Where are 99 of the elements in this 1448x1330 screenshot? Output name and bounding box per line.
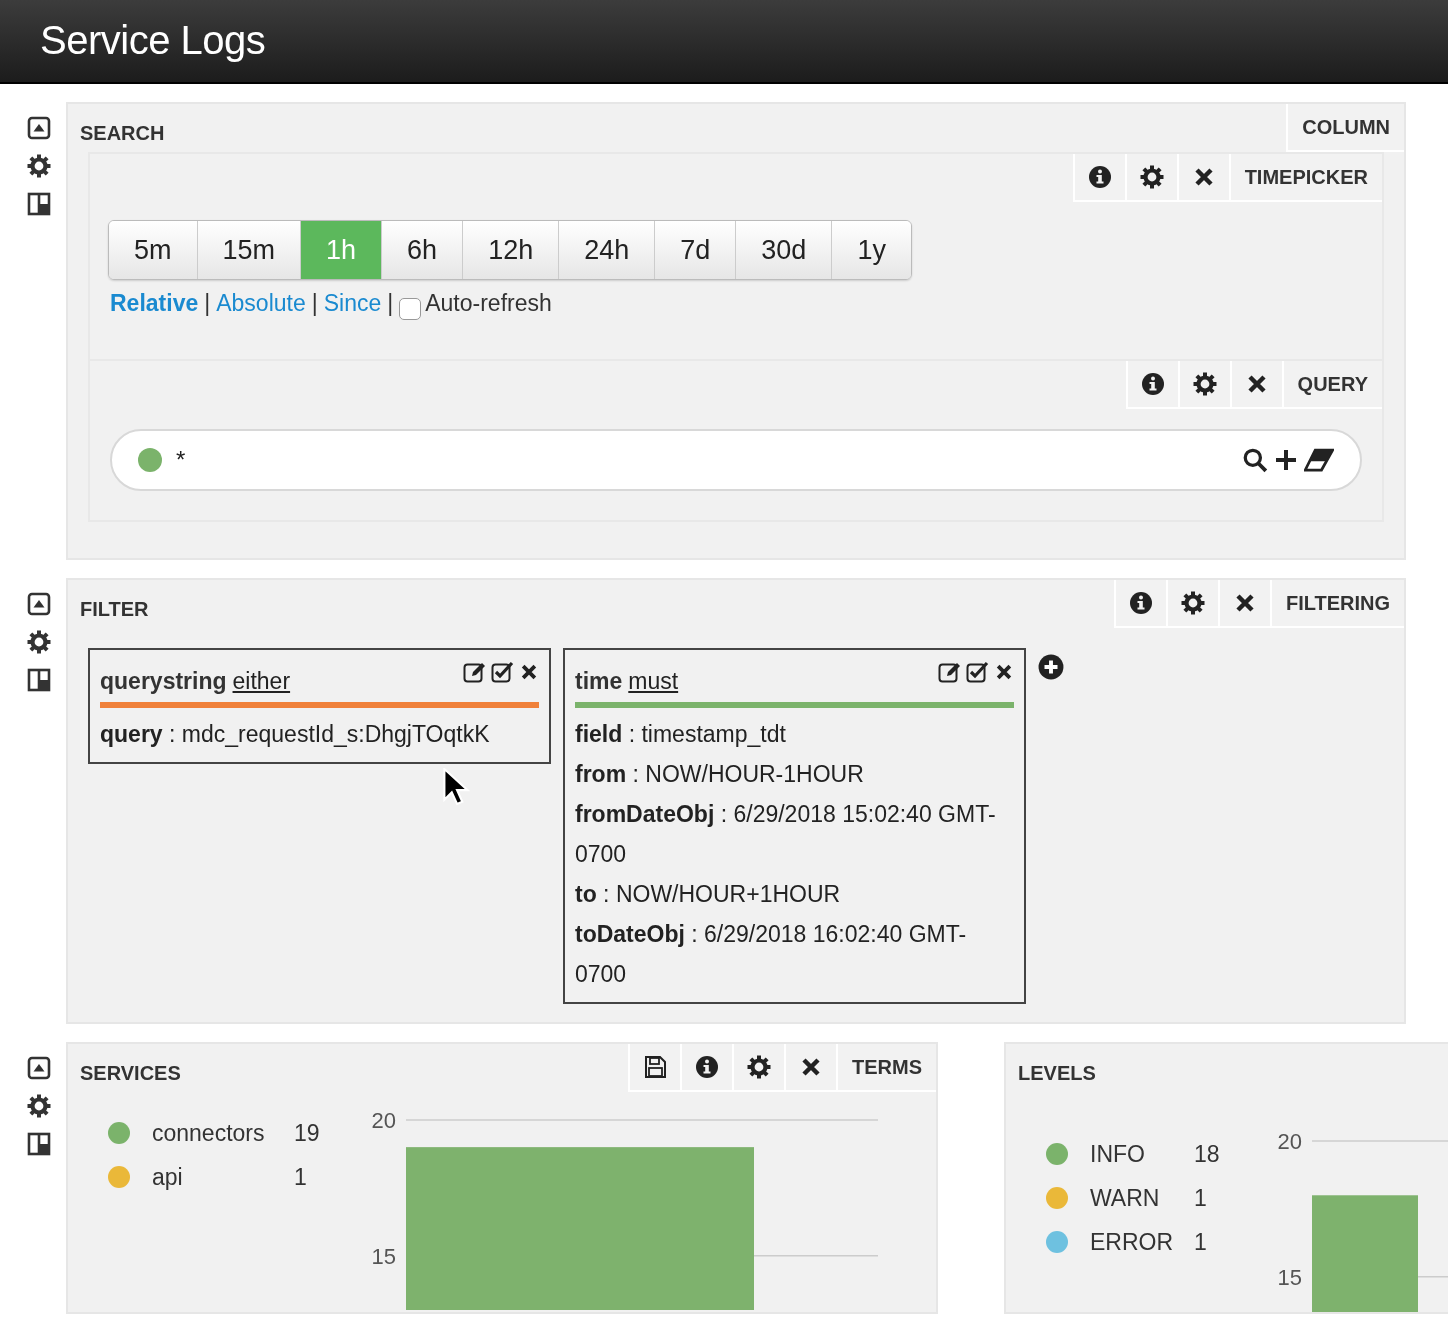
panel-title: LEVELS	[1017, 1061, 1096, 1086]
settings-icon	[27, 630, 51, 654]
settings-button[interactable]	[27, 154, 51, 178]
edit-button[interactable]	[938, 660, 962, 684]
separator-text: |	[311, 289, 318, 317]
info-button[interactable]	[1113, 580, 1166, 628]
auto-refresh-label: Auto-refresh	[425, 289, 552, 317]
legend-label: api	[152, 1163, 184, 1191]
layout-button[interactable]	[27, 668, 51, 692]
axis-tick-label: 20	[371, 1108, 396, 1133]
filter-field-text: from : NOW/HOUR-1HOUR	[575, 760, 865, 789]
add-icon	[1038, 654, 1064, 680]
info-button[interactable]	[1125, 361, 1178, 409]
settings-button[interactable]	[1177, 361, 1230, 409]
time-range-button[interactable]: 30d	[735, 221, 832, 279]
panel-title: FILTER	[79, 597, 149, 621]
collapse-button[interactable]	[27, 1056, 51, 1080]
separator-text: |	[387, 289, 394, 317]
info-button[interactable]	[680, 1044, 732, 1092]
close-button[interactable]	[1229, 361, 1282, 409]
close-icon	[519, 662, 539, 682]
plus-icon	[1274, 448, 1298, 472]
legend-label: WARN	[1090, 1184, 1161, 1212]
separator-text: |	[204, 289, 211, 317]
legend-label: connectors	[152, 1119, 266, 1147]
checkbox-icon	[966, 660, 990, 684]
checkbox-icon	[491, 660, 515, 684]
filter-field-text: toDateObj : 6/29/2018 16:02:40 GMT-0700	[575, 920, 968, 989]
info-icon	[1128, 591, 1153, 615]
legend-count: 1	[1194, 1228, 1207, 1256]
panel-title: SEARCH	[79, 121, 165, 145]
settings-icon	[1180, 591, 1205, 615]
search-icon	[1242, 447, 1268, 473]
settings-button[interactable]	[1124, 154, 1177, 202]
layout-icon	[27, 668, 51, 692]
close-button[interactable]	[1176, 154, 1229, 202]
axis-tick-label: 20	[1277, 1129, 1302, 1154]
collapse-icon	[27, 592, 51, 616]
filter-type: time	[575, 668, 623, 695]
info-icon	[1140, 372, 1165, 396]
settings-icon	[1139, 165, 1164, 189]
layout-icon	[27, 192, 51, 216]
collapse-button[interactable]	[27, 116, 51, 140]
mandate-link[interactable]: must	[628, 668, 679, 695]
search-button[interactable]	[1242, 447, 1268, 473]
close-button[interactable]	[1217, 580, 1270, 628]
legend-count: 1	[1194, 1184, 1207, 1212]
add-query-button[interactable]	[1274, 448, 1298, 472]
filter-field-text: field : timestamp_tdt	[575, 720, 787, 749]
save-button[interactable]	[628, 1044, 680, 1092]
settings-button[interactable]	[27, 1094, 51, 1118]
time-range-button[interactable]: 5m	[109, 221, 197, 279]
legend-count: 19	[294, 1119, 320, 1147]
time-range-button[interactable]: 6h	[381, 221, 463, 279]
legend-count: 1	[294, 1163, 307, 1191]
mandate-link[interactable]: either	[232, 668, 291, 695]
edit-icon	[463, 660, 487, 684]
info-button[interactable]	[1072, 154, 1125, 202]
filter-field-text: to : NOW/HOUR+1HOUR	[575, 880, 842, 909]
edit-button[interactable]	[463, 660, 487, 684]
info-icon	[695, 1055, 719, 1079]
save-icon	[643, 1055, 667, 1079]
collapse-icon	[27, 1056, 51, 1080]
toggle-button[interactable]	[491, 660, 515, 684]
query-text: *	[176, 446, 187, 474]
axis-tick-label: 15	[371, 1243, 396, 1269]
collapse-icon	[27, 116, 51, 140]
time-range-button[interactable]: 24h	[558, 221, 655, 279]
settings-button[interactable]	[27, 630, 51, 654]
settings-icon	[1192, 372, 1217, 396]
layout-button[interactable]	[27, 1132, 51, 1156]
info-icon	[1087, 165, 1112, 189]
legend-label: INFO	[1090, 1140, 1146, 1168]
add-filter-button[interactable]	[1038, 654, 1064, 680]
legend-count: 18	[1194, 1140, 1220, 1168]
query-field[interactable]: *	[110, 429, 1362, 491]
layout-icon	[27, 1132, 51, 1156]
settings-icon	[27, 154, 51, 178]
close-icon	[994, 662, 1014, 682]
axis-tick-label: 15	[1277, 1264, 1302, 1290]
filter-type: querystring	[100, 668, 227, 695]
toggle-button[interactable]	[966, 660, 990, 684]
edit-icon	[938, 660, 962, 684]
filter-field-text: query : mdc_requestId_s:DhgjTOqtkK	[100, 720, 491, 749]
settings-icon	[27, 1094, 51, 1118]
time-range-button[interactable]: 7d	[654, 221, 736, 279]
legend-label: ERROR	[1090, 1228, 1175, 1256]
app-title: Service Logs	[39, 17, 267, 64]
settings-icon	[747, 1055, 771, 1079]
collapse-button[interactable]	[27, 592, 51, 616]
time-range-button[interactable]: 15m	[196, 221, 301, 279]
panel-title: SERVICES	[79, 1061, 181, 1085]
layout-button[interactable]	[27, 192, 51, 216]
time-range-button[interactable]: 12h	[462, 221, 559, 279]
close-button[interactable]	[784, 1044, 836, 1092]
checkbox[interactable]	[399, 298, 422, 320]
settings-button[interactable]	[732, 1044, 784, 1092]
time-range-button[interactable]: 1y	[831, 221, 911, 279]
settings-button[interactable]	[1165, 580, 1218, 628]
